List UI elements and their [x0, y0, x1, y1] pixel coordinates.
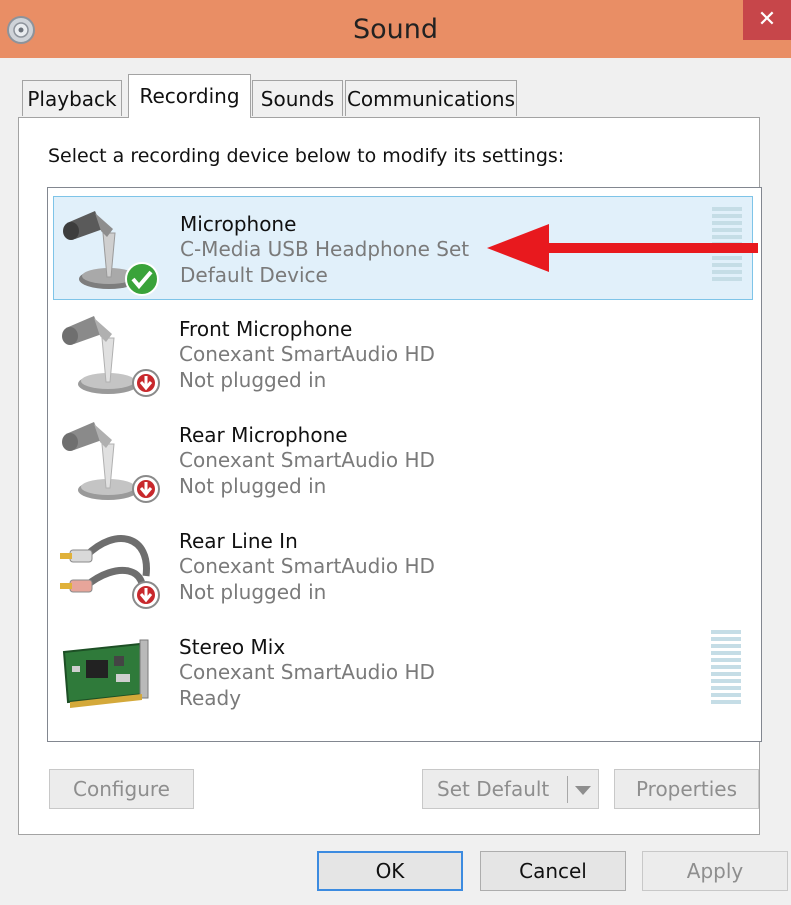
properties-button[interactable]: Properties: [614, 769, 759, 809]
chevron-down-icon[interactable]: [575, 786, 591, 795]
device-rear-microphone[interactable]: Rear Microphone Conexant SmartAudio HD N…: [53, 408, 753, 512]
set-default-label: Set Default: [437, 777, 550, 801]
ok-button[interactable]: OK: [317, 851, 463, 891]
close-button[interactable]: ✕: [743, 0, 791, 40]
unplugged-icon: [132, 581, 160, 609]
device-driver: Conexant SmartAudio HD: [179, 448, 435, 472]
instruction-text: Select a recording device below to modif…: [48, 145, 565, 167]
device-name: Front Microphone: [179, 317, 353, 341]
unplugged-icon: [132, 475, 160, 503]
device-status: Ready: [179, 686, 242, 710]
device-name: Rear Line In: [179, 529, 298, 553]
configure-button[interactable]: Configure: [49, 769, 194, 809]
device-front-microphone[interactable]: Front Microphone Conexant SmartAudio HD …: [53, 302, 753, 406]
title-bar: Sound ✕: [0, 0, 791, 58]
sound-card-icon: [62, 639, 149, 708]
cancel-button[interactable]: Cancel: [480, 851, 626, 891]
device-status: Not plugged in: [179, 368, 327, 392]
device-name: Stereo Mix: [179, 635, 286, 659]
annotation-arrow: [487, 224, 758, 272]
device-driver: C-Media USB Headphone Set: [180, 237, 470, 261]
default-check-icon: [125, 262, 159, 296]
level-meter: [711, 630, 741, 704]
tab-communications[interactable]: Communications: [345, 80, 517, 116]
tab-recording[interactable]: Recording: [128, 74, 251, 118]
device-status: Not plugged in: [179, 580, 327, 604]
device-rear-line-in[interactable]: Rear Line In Conexant SmartAudio HD Not …: [53, 514, 753, 618]
device-stereo-mix[interactable]: Stereo Mix Conexant SmartAudio HD Ready: [53, 620, 753, 724]
window-title: Sound: [352, 14, 439, 45]
apply-button[interactable]: Apply: [642, 851, 788, 891]
tab-playback[interactable]: Playback: [22, 80, 122, 116]
device-name: Rear Microphone: [179, 423, 348, 447]
device-driver: Conexant SmartAudio HD: [179, 660, 435, 684]
tab-sounds[interactable]: Sounds: [252, 80, 343, 116]
device-name: Microphone: [180, 212, 297, 236]
device-status: Not plugged in: [179, 474, 327, 498]
unplugged-icon: [132, 369, 160, 397]
device-driver: Conexant SmartAudio HD: [179, 554, 435, 578]
set-default-split-button[interactable]: Set Default: [422, 769, 599, 809]
device-driver: Conexant SmartAudio HD: [179, 342, 435, 366]
split-separator: [567, 776, 568, 803]
device-status: Default Device: [180, 263, 328, 287]
